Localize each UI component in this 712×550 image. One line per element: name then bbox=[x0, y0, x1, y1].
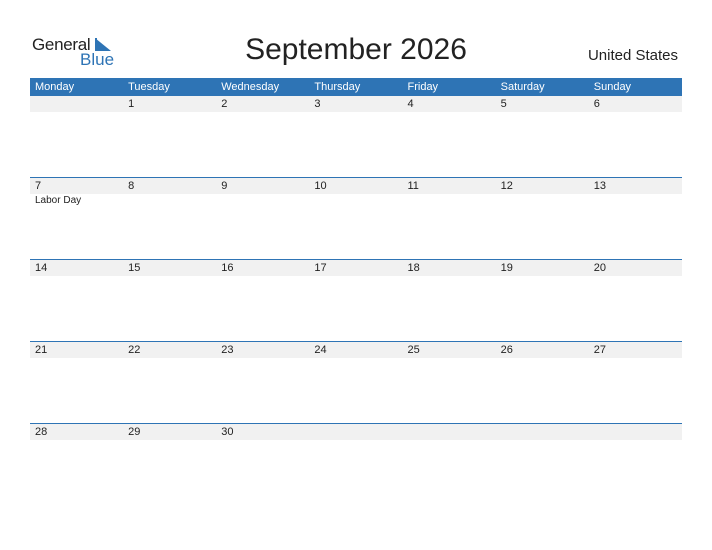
day-number: 5 bbox=[500, 98, 507, 110]
date-number-row: 14 15 16 17 18 19 20 bbox=[30, 260, 682, 276]
date-number-row: 1 2 3 4 5 6 bbox=[30, 96, 682, 112]
day-number: 6 bbox=[593, 98, 600, 110]
day-number: 28 bbox=[35, 426, 48, 438]
day-number: 3 bbox=[314, 98, 321, 110]
date-number-row: 28 29 30 bbox=[30, 424, 682, 440]
country-label: United States bbox=[587, 47, 678, 64]
weekday-header: Monday Tuesday Wednesday Thursday Friday… bbox=[30, 78, 682, 96]
week-row: 1 2 3 4 5 6 bbox=[30, 96, 682, 177]
day-number: 18 bbox=[407, 262, 420, 274]
holiday-event bbox=[123, 194, 216, 208]
weekday-thursday: Thursday bbox=[314, 81, 361, 93]
day-number: 21 bbox=[35, 344, 48, 356]
day-number: 23 bbox=[221, 344, 234, 356]
day-number bbox=[496, 424, 589, 440]
holiday-event bbox=[309, 194, 402, 208]
day-number: 12 bbox=[500, 180, 513, 192]
day-number: 11 bbox=[407, 180, 419, 192]
weekday-friday: Friday bbox=[407, 81, 439, 93]
day-number bbox=[589, 424, 682, 440]
date-number-row: 7 8 9 10 11 12 13 bbox=[30, 178, 682, 194]
day-number: 20 bbox=[593, 262, 606, 274]
day-number: 25 bbox=[407, 344, 420, 356]
day-number: 9 bbox=[221, 180, 228, 192]
day-number: 19 bbox=[500, 262, 513, 274]
day-number: 10 bbox=[314, 180, 327, 192]
day-number: 26 bbox=[500, 344, 513, 356]
day-number bbox=[403, 424, 496, 440]
weekday-wednesday: Wednesday bbox=[221, 81, 280, 93]
weekday-saturday: Saturday bbox=[500, 81, 545, 93]
day-number: 14 bbox=[35, 262, 48, 274]
weekday-tuesday: Tuesday bbox=[128, 81, 170, 93]
day-number bbox=[309, 424, 402, 440]
holiday-event bbox=[589, 194, 682, 208]
holiday-event bbox=[216, 194, 309, 208]
day-number: 1 bbox=[128, 98, 135, 110]
week-row: 21 22 23 24 25 26 27 bbox=[30, 341, 682, 423]
day-number: 27 bbox=[593, 344, 606, 356]
day-number: 17 bbox=[314, 262, 327, 274]
holiday-event bbox=[403, 194, 496, 208]
day-number: 4 bbox=[407, 98, 414, 110]
day-number: 13 bbox=[593, 180, 606, 192]
holiday-event: Labor Day bbox=[35, 195, 82, 206]
calendar-grid: Monday Tuesday Wednesday Thursday Friday… bbox=[30, 78, 682, 505]
day-number: 29 bbox=[128, 426, 141, 438]
day-number: 22 bbox=[128, 344, 141, 356]
day-number: 15 bbox=[128, 262, 141, 274]
day-number: 16 bbox=[221, 262, 234, 274]
events-row: Labor Day bbox=[30, 194, 682, 208]
day-number: 7 bbox=[35, 180, 42, 192]
date-number-row: 21 22 23 24 25 26 27 bbox=[30, 342, 682, 358]
day-number: 8 bbox=[128, 180, 135, 192]
day-number: 30 bbox=[221, 426, 234, 438]
day-number: 2 bbox=[221, 98, 228, 110]
holiday-event bbox=[496, 194, 589, 208]
day-number: 24 bbox=[314, 344, 327, 356]
week-row: 7 8 9 10 11 12 13 Labor Day bbox=[30, 177, 682, 259]
week-row: 14 15 16 17 18 19 20 bbox=[30, 259, 682, 341]
weekday-sunday: Sunday bbox=[593, 81, 632, 93]
day-number bbox=[30, 96, 123, 112]
weekday-monday: Monday bbox=[35, 81, 75, 93]
week-row: 28 29 30 bbox=[30, 423, 682, 505]
